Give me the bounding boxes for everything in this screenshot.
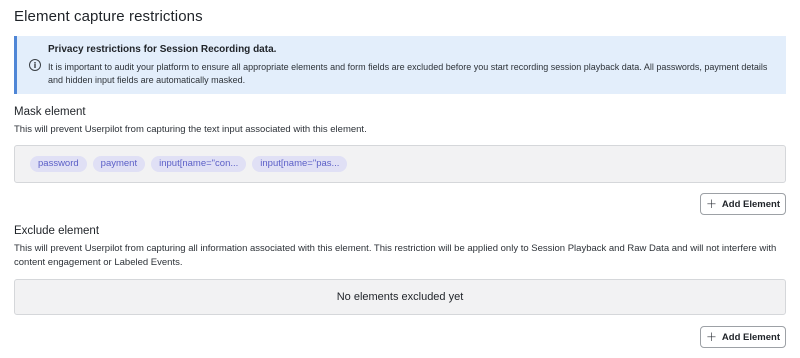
exclude-element-empty-state: No elements excluded yet bbox=[14, 279, 786, 315]
plus-icon: + bbox=[706, 329, 717, 345]
exclude-add-element-button[interactable]: + Add Element bbox=[700, 326, 786, 348]
mask-element-tag-list[interactable]: password payment input[name="con... inpu… bbox=[14, 145, 786, 183]
exclude-element-description: This will prevent Userpilot from capturi… bbox=[14, 243, 777, 268]
banner-body: It is important to audit your platform t… bbox=[48, 62, 768, 85]
mask-tag-payment[interactable]: payment bbox=[92, 156, 146, 172]
mask-element-title: Mask element bbox=[14, 106, 86, 118]
info-icon: i bbox=[29, 59, 41, 71]
exclude-add-element-label: Add Element bbox=[721, 331, 780, 343]
mask-add-element-button[interactable]: + Add Element bbox=[700, 193, 786, 215]
exclude-element-title: Exclude element bbox=[14, 225, 100, 237]
plus-icon: + bbox=[706, 196, 717, 212]
mask-tag-input-con[interactable]: input[name="con... bbox=[151, 156, 247, 172]
mask-add-element-label: Add Element bbox=[721, 198, 780, 210]
banner-title: Privacy restrictions for Session Recordi… bbox=[48, 44, 277, 55]
page-title: Element capture restrictions bbox=[14, 8, 203, 25]
mask-tag-password[interactable]: password bbox=[30, 156, 87, 172]
mask-tag-input-pas[interactable]: input[name="pas... bbox=[252, 156, 348, 172]
mask-element-description: This will prevent Userpilot from capturi… bbox=[14, 124, 367, 135]
privacy-info-banner: i Privacy restrictions for Session Recor… bbox=[14, 36, 786, 94]
exclude-empty-text: No elements excluded yet bbox=[336, 291, 464, 303]
